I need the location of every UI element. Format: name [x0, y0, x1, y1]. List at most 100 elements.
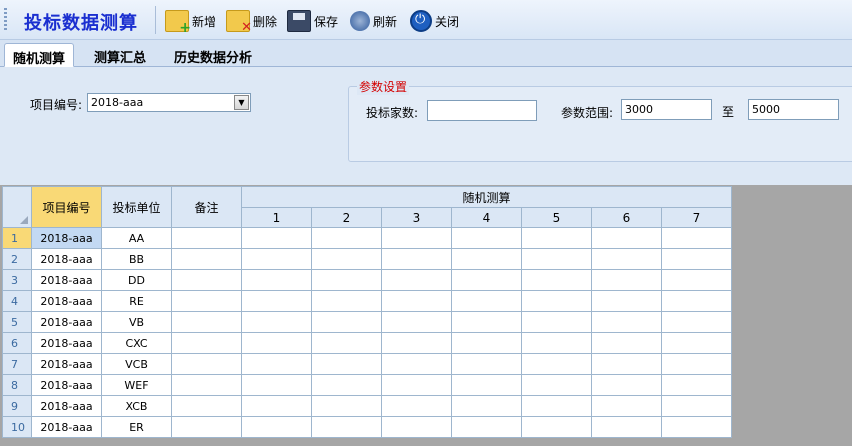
cell-unit[interactable]: WEF [101, 374, 172, 396]
cell-random-7[interactable] [661, 290, 732, 312]
cell-random-4[interactable] [451, 227, 522, 249]
cell-unit[interactable]: AA [101, 227, 172, 249]
cell-random-6[interactable] [591, 269, 662, 291]
bidders-input[interactable] [427, 100, 537, 121]
cell-random-4[interactable] [451, 248, 522, 270]
row-number[interactable]: 8 [2, 374, 32, 396]
cell-unit[interactable]: VCB [101, 353, 172, 375]
cell-random-3[interactable] [381, 311, 452, 333]
table-row[interactable]: 10 2018-aaa ER [2, 416, 732, 438]
cell-random-5[interactable] [521, 227, 592, 249]
new-button[interactable]: 新增 [165, 8, 216, 36]
cell-random-3[interactable] [381, 353, 452, 375]
cell-project[interactable]: 2018-aaa [31, 353, 102, 375]
cell-remark[interactable] [171, 290, 242, 312]
cell-random-2[interactable] [311, 290, 382, 312]
cell-random-1[interactable] [241, 395, 312, 417]
cell-random-5[interactable] [521, 290, 592, 312]
cell-random-1[interactable] [241, 311, 312, 333]
row-number[interactable]: 10 [2, 416, 32, 438]
cell-random-5[interactable] [521, 269, 592, 291]
close-button[interactable]: 关闭 [410, 8, 459, 34]
col-header-random-3[interactable]: 3 [381, 207, 452, 228]
col-header-random-4[interactable]: 4 [451, 207, 522, 228]
table-row[interactable]: 3 2018-aaa DD [2, 269, 732, 291]
row-number[interactable]: 5 [2, 311, 32, 333]
cell-random-4[interactable] [451, 311, 522, 333]
cell-random-2[interactable] [311, 227, 382, 249]
project-select[interactable]: 2018-aaa ▼ [87, 93, 251, 112]
cell-random-6[interactable] [591, 311, 662, 333]
cell-random-3[interactable] [381, 248, 452, 270]
cell-random-3[interactable] [381, 227, 452, 249]
cell-random-2[interactable] [311, 374, 382, 396]
save-button[interactable]: 保存 [287, 8, 338, 34]
grid-corner[interactable] [2, 186, 32, 228]
cell-random-1[interactable] [241, 353, 312, 375]
tab-history-analysis[interactable]: 历史数据分析 [166, 43, 260, 67]
row-number[interactable]: 3 [2, 269, 32, 291]
cell-random-4[interactable] [451, 290, 522, 312]
cell-random-6[interactable] [591, 395, 662, 417]
cell-random-6[interactable] [591, 374, 662, 396]
cell-random-7[interactable] [661, 248, 732, 270]
cell-project[interactable]: 2018-aaa [31, 248, 102, 270]
table-row[interactable]: 7 2018-aaa VCB [2, 353, 732, 375]
cell-remark[interactable] [171, 332, 242, 354]
cell-random-2[interactable] [311, 311, 382, 333]
cell-unit[interactable]: BB [101, 248, 172, 270]
cell-random-4[interactable] [451, 353, 522, 375]
cell-random-1[interactable] [241, 332, 312, 354]
cell-random-6[interactable] [591, 416, 662, 438]
cell-random-3[interactable] [381, 416, 452, 438]
cell-random-6[interactable] [591, 248, 662, 270]
cell-random-7[interactable] [661, 332, 732, 354]
cell-random-7[interactable] [661, 416, 732, 438]
col-header-random[interactable]: 随机测算 [241, 186, 732, 208]
tab-calc-summary[interactable]: 测算汇总 [86, 43, 154, 67]
row-number[interactable]: 2 [2, 248, 32, 270]
cell-random-4[interactable] [451, 269, 522, 291]
cell-unit[interactable]: RE [101, 290, 172, 312]
cell-random-7[interactable] [661, 374, 732, 396]
cell-random-3[interactable] [381, 332, 452, 354]
cell-random-3[interactable] [381, 395, 452, 417]
col-header-random-7[interactable]: 7 [661, 207, 732, 228]
row-number[interactable]: 1 [2, 227, 32, 249]
row-number[interactable]: 7 [2, 353, 32, 375]
cell-random-6[interactable] [591, 353, 662, 375]
cell-unit[interactable]: VB [101, 311, 172, 333]
refresh-button[interactable]: 刷新 [350, 8, 397, 34]
cell-random-5[interactable] [521, 311, 592, 333]
cell-random-2[interactable] [311, 416, 382, 438]
cell-random-4[interactable] [451, 332, 522, 354]
cell-random-7[interactable] [661, 353, 732, 375]
cell-remark[interactable] [171, 416, 242, 438]
cell-unit[interactable]: CXC [101, 332, 172, 354]
table-row[interactable]: 1 2018-aaa AA [2, 227, 732, 249]
cell-random-4[interactable] [451, 395, 522, 417]
cell-random-5[interactable] [521, 353, 592, 375]
cell-random-7[interactable] [661, 311, 732, 333]
toolbar-grip[interactable] [4, 8, 7, 32]
col-header-remark[interactable]: 备注 [171, 186, 242, 228]
cell-project[interactable]: 2018-aaa [31, 269, 102, 291]
col-header-random-6[interactable]: 6 [591, 207, 662, 228]
cell-random-1[interactable] [241, 248, 312, 270]
cell-random-6[interactable] [591, 290, 662, 312]
row-number[interactable]: 6 [2, 332, 32, 354]
cell-random-3[interactable] [381, 269, 452, 291]
table-row[interactable]: 4 2018-aaa RE [2, 290, 732, 312]
cell-random-6[interactable] [591, 227, 662, 249]
range-from-input[interactable]: 3000 [621, 99, 712, 120]
tab-random-calc[interactable]: 随机测算 [4, 43, 75, 67]
delete-button[interactable]: 删除 [226, 8, 277, 35]
cell-project[interactable]: 2018-aaa [31, 311, 102, 333]
cell-remark[interactable] [171, 248, 242, 270]
cell-random-1[interactable] [241, 374, 312, 396]
cell-unit[interactable]: XCB [101, 395, 172, 417]
cell-project[interactable]: 2018-aaa [31, 374, 102, 396]
chevron-down-icon[interactable]: ▼ [234, 95, 249, 110]
col-header-random-5[interactable]: 5 [521, 207, 592, 228]
col-header-unit[interactable]: 投标单位 [101, 186, 172, 228]
